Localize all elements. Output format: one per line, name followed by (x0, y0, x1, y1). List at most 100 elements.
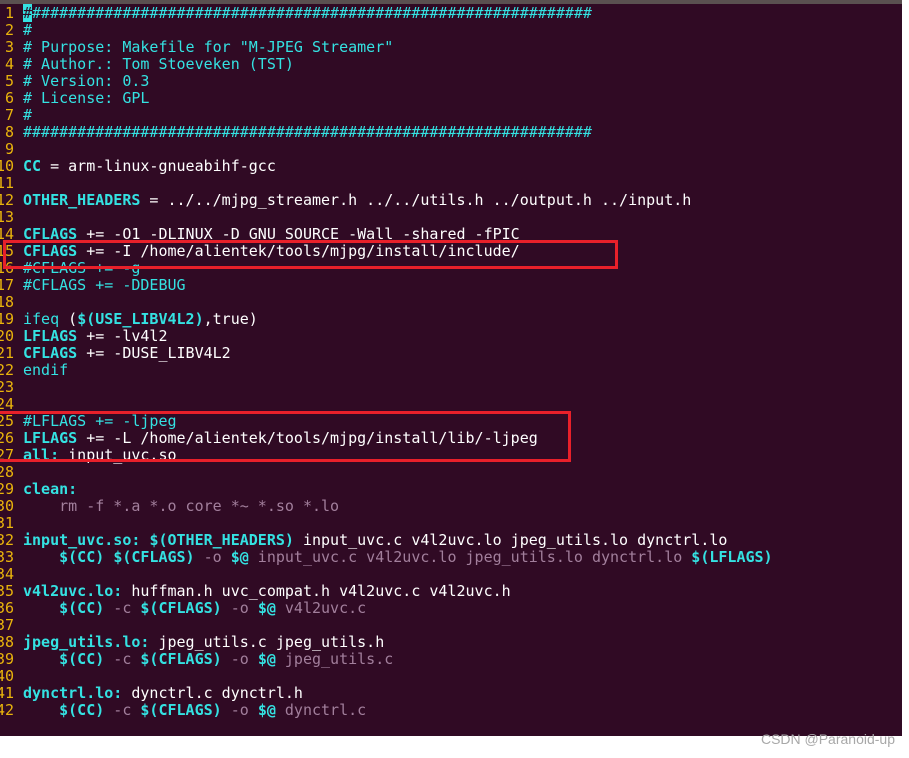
line-number: 42 (0, 701, 15, 719)
code-token: ########################################… (23, 123, 592, 141)
line-number: 28 (0, 463, 15, 481)
line-number: 3 (4, 38, 14, 56)
code-token: ( (68, 310, 78, 328)
line-number: 5 (4, 72, 14, 90)
code-token: -c (104, 599, 141, 617)
code-text: $(CC) -c $(CFLAGS) -o $@ jpeg_utils.c (23, 651, 393, 668)
code-token: -o (221, 599, 258, 617)
line-number: 34 (0, 565, 15, 583)
line-number: 30 (0, 497, 15, 515)
line-number: 11 (0, 174, 15, 192)
code-token: dynctrl.c (275, 701, 367, 719)
code-token: # (23, 106, 33, 124)
code-token: # Author.: Tom Stoeveken (TST) (23, 55, 294, 73)
code-token: dynctrl.c dynctrl.h (122, 684, 303, 702)
code-token: $(USE_LIBV4L2) (77, 310, 204, 328)
line-number: 22 (0, 361, 15, 379)
code-token: #CFLAGS += -DDEBUG (23, 276, 186, 294)
watermark: CSDN @Paranoid-up (760, 731, 895, 747)
code-text: #CFLAGS += -DDEBUG (23, 277, 186, 294)
line-number: 41 (0, 684, 15, 702)
code-text: dynctrl.lo: dynctrl.c dynctrl.h (23, 685, 303, 702)
line-number: 2 (4, 21, 14, 39)
line-number: 7 (4, 106, 14, 124)
vim-terminal[interactable]: 1 #######################################… (0, 4, 902, 736)
code-token: $(CC) (59, 599, 105, 617)
code-token: jpeg_utils.c jpeg_utils.h (149, 633, 385, 651)
code-token: jpeg_utils.lo: (23, 633, 150, 651)
code-text: # (23, 107, 32, 124)
code-token: $(CFLAGS) (140, 701, 222, 719)
line-number: 37 (0, 616, 15, 634)
code-text: # Purpose: Makefile for "M-JPEG Streamer… (23, 39, 393, 56)
line-number: 36 (0, 599, 15, 617)
code-token: = arm-linux-gnueabihf-gcc (41, 157, 276, 175)
code-token: clean: (23, 480, 78, 498)
line-number: 35 (0, 582, 15, 600)
line-number: 39 (0, 650, 15, 668)
code-text: $(CC) $(CFLAGS) -o $@ input_uvc.c v4l2uv… (23, 548, 773, 566)
code-token: $(CFLAGS) (113, 548, 195, 566)
code-text: LFLAGS += -lv4l2 (23, 328, 168, 345)
line-number: 40 (0, 667, 15, 685)
code-token: -o (221, 701, 258, 719)
code-text: jpeg_utils.lo: jpeg_utils.c jpeg_utils.h (23, 634, 384, 651)
line-number: 21 (0, 344, 15, 362)
code-text: $(CC) -c $(CFLAGS) -o $@ v4l2uvc.c (23, 600, 366, 617)
code-token: # Purpose: Makefile for "M-JPEG Streamer… (23, 38, 394, 56)
line-number: 33 (0, 548, 15, 566)
code-text: CC = arm-linux-gnueabihf-gcc (23, 158, 276, 175)
code-token: input_uvc.so: (23, 531, 141, 549)
code-token: $(CC) (59, 650, 105, 668)
line-number: 20 (0, 327, 15, 345)
code-token: LFLAGS (23, 327, 78, 345)
code-text: input_uvc.so: $(OTHER_HEADERS) input_uvc… (23, 532, 727, 549)
code-token: jpeg_utils.c (275, 650, 394, 668)
code-token: ########################################… (32, 4, 592, 22)
code-token: $(CFLAGS) (140, 650, 222, 668)
code-token: $(LFLAGS) (691, 548, 773, 566)
code-token: dynctrl.lo: (23, 684, 123, 702)
code-token: $(OTHER_HEADERS) (149, 531, 294, 549)
line-number: 19 (0, 310, 15, 328)
code-token: # (23, 21, 33, 39)
code-token: $@ (230, 548, 249, 566)
code-token: -c (104, 650, 141, 668)
line-number: 23 (0, 378, 15, 396)
code-text: endif (23, 362, 68, 379)
code-text: # Author.: Tom Stoeveken (TST) (23, 56, 294, 73)
code-token: = ../../mjpg_streamer.h ../../utils.h ..… (140, 191, 692, 209)
code-token: ifeq (23, 310, 69, 328)
code-text: ########################################… (23, 124, 592, 141)
code-text: CFLAGS += -DUSE_LIBV4L2 (23, 345, 231, 362)
code-token: CFLAGS (23, 344, 78, 362)
code-token: input_uvc.c v4l2uvc.lo jpeg_utils.lo dyn… (293, 531, 728, 549)
line-number: 17 (0, 276, 15, 294)
code-token: $@ (257, 650, 276, 668)
code-text: $(CC) -c $(CFLAGS) -o $@ dynctrl.c (23, 702, 366, 719)
line-number: 6 (4, 89, 14, 107)
line-number: 18 (0, 293, 15, 311)
highlight-box-lflags-lib (0, 411, 571, 462)
line-number: 9 (4, 140, 14, 158)
code-token: -o (194, 548, 231, 566)
code-token: -o (221, 650, 258, 668)
code-token: $@ (257, 599, 276, 617)
code-text: clean: (23, 481, 77, 498)
code-text: ########################################… (23, 4, 592, 22)
code-token: # License: GPL (23, 89, 150, 107)
code-token: $(CFLAGS) (140, 599, 222, 617)
code-token: $(CC) (59, 701, 105, 719)
code-token: # Version: 0.3 (23, 72, 150, 90)
highlight-box-cflags-include (3, 240, 618, 269)
line-number: 8 (4, 123, 14, 141)
code-token: OTHER_HEADERS (23, 191, 141, 209)
code-token: $(CC) (59, 548, 105, 566)
code-token: v4l2uvc.lo: (23, 582, 123, 600)
code-token: $@ (257, 701, 276, 719)
code-token: input_uvc.c v4l2uvc.lo jpeg_utils.lo dyn… (248, 548, 692, 566)
